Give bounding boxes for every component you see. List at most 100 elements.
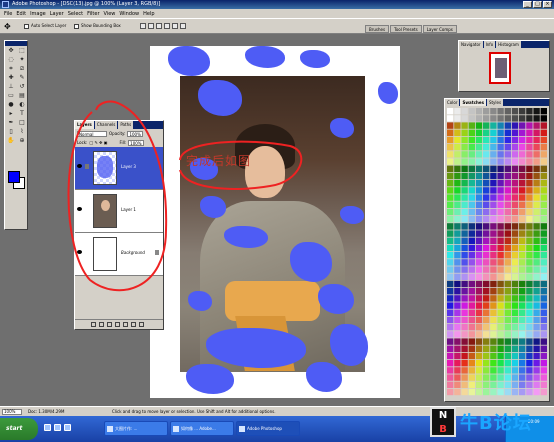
color-swatch[interactable] <box>519 367 526 374</box>
color-swatch[interactable] <box>511 338 519 345</box>
color-swatch[interactable] <box>519 252 526 259</box>
color-swatch[interactable] <box>475 158 483 165</box>
color-swatch[interactable] <box>519 223 526 230</box>
color-swatch[interactable] <box>519 295 526 302</box>
color-swatch[interactable] <box>490 324 497 331</box>
color-swatch[interactable] <box>468 201 475 208</box>
color-swatch[interactable] <box>490 266 497 273</box>
color-swatch[interactable] <box>475 122 483 129</box>
color-swatch[interactable] <box>454 266 461 273</box>
color-swatch[interactable] <box>461 309 468 316</box>
color-swatch[interactable] <box>519 374 526 381</box>
color-swatch[interactable] <box>497 280 504 288</box>
show-bounding-box-checkbox[interactable] <box>74 24 79 29</box>
color-swatch[interactable] <box>526 345 533 352</box>
color-swatch[interactable] <box>490 223 497 230</box>
color-swatch[interactable] <box>540 331 547 338</box>
color-swatch[interactable] <box>497 360 504 367</box>
color-swatch[interactable] <box>447 374 454 381</box>
align-top-icon[interactable] <box>140 23 146 29</box>
menu-window[interactable]: Window <box>119 11 139 17</box>
link-icon[interactable] <box>91 322 96 327</box>
color-swatch[interactable] <box>483 208 490 216</box>
color-swatch[interactable] <box>526 201 533 208</box>
auto-select-layer-checkbox[interactable] <box>24 24 29 29</box>
color-swatch[interactable] <box>454 194 461 201</box>
color-swatch[interactable] <box>533 345 540 352</box>
color-swatch[interactable] <box>483 108 490 115</box>
color-swatch[interactable] <box>504 388 511 396</box>
color-swatch[interactable] <box>490 367 497 374</box>
color-swatch[interactable] <box>519 331 526 338</box>
color-swatch[interactable] <box>497 108 504 115</box>
align-left-icon[interactable] <box>164 23 170 29</box>
color-swatch[interactable] <box>490 259 497 266</box>
color-swatch[interactable] <box>504 302 511 309</box>
color-swatch[interactable] <box>504 244 511 252</box>
notes-tool-icon[interactable]: ▯ <box>6 128 16 136</box>
start-button[interactable]: start <box>0 418 38 440</box>
color-swatch[interactable] <box>483 360 490 367</box>
color-swatch[interactable] <box>526 108 533 115</box>
color-swatch[interactable] <box>468 252 475 259</box>
color-swatch[interactable] <box>483 244 490 252</box>
color-swatch[interactable] <box>468 151 475 158</box>
color-swatch[interactable] <box>533 388 540 396</box>
color-swatch[interactable] <box>454 324 461 331</box>
color-swatch[interactable] <box>497 165 504 172</box>
color-swatch[interactable] <box>504 237 511 244</box>
color-swatch[interactable] <box>533 280 540 288</box>
color-swatch[interactable] <box>526 360 533 367</box>
color-swatch[interactable] <box>504 259 511 266</box>
color-swatch[interactable] <box>519 108 526 115</box>
color-swatch[interactable] <box>497 381 504 388</box>
color-swatch[interactable] <box>526 338 533 345</box>
color-swatch[interactable] <box>475 108 483 115</box>
color-swatch[interactable] <box>504 158 511 165</box>
color-swatch[interactable] <box>454 108 461 115</box>
color-swatch[interactable] <box>475 388 483 396</box>
color-swatch[interactable] <box>461 122 468 129</box>
color-swatch[interactable] <box>475 180 483 187</box>
color-swatch[interactable] <box>490 388 497 396</box>
color-swatch[interactable] <box>511 151 519 158</box>
color-swatch[interactable] <box>468 194 475 201</box>
color-swatch[interactable] <box>490 151 497 158</box>
color-swatch[interactable] <box>461 216 468 223</box>
color-swatch[interactable] <box>461 259 468 266</box>
color-swatch[interactable] <box>497 223 504 230</box>
color-swatch[interactable] <box>533 288 540 295</box>
color-swatch[interactable] <box>519 122 526 129</box>
color-swatch[interactable] <box>447 381 454 388</box>
swatch-grid[interactable] <box>447 108 549 400</box>
color-swatch[interactable] <box>526 374 533 381</box>
color-swatch[interactable] <box>526 144 533 151</box>
layer-row-layer-1[interactable]: Layer 1 <box>75 190 163 233</box>
color-swatch[interactable] <box>504 381 511 388</box>
color-swatch[interactable] <box>490 252 497 259</box>
color-swatch[interactable] <box>468 367 475 374</box>
color-swatch[interactable] <box>533 230 540 237</box>
color-swatch[interactable] <box>526 151 533 158</box>
color-swatch[interactable] <box>519 345 526 352</box>
mask-icon[interactable] <box>107 322 112 327</box>
color-swatch[interactable] <box>461 388 468 396</box>
color-swatch[interactable] <box>461 115 468 122</box>
color-swatch[interactable] <box>483 338 490 345</box>
color-swatch[interactable] <box>461 144 468 151</box>
color-swatch[interactable] <box>540 172 547 180</box>
color-swatch[interactable] <box>447 136 454 144</box>
color-swatch[interactable] <box>519 266 526 273</box>
color-swatch[interactable] <box>540 309 547 316</box>
color-swatch[interactable] <box>475 374 483 381</box>
blur-tool-icon[interactable]: ● <box>6 101 16 109</box>
color-swatch[interactable] <box>540 201 547 208</box>
color-swatch[interactable] <box>447 295 454 302</box>
color-swatch[interactable] <box>483 352 490 360</box>
taskbar-item[interactable]: 大图片作: ... <box>104 421 168 436</box>
color-swatch[interactable] <box>533 237 540 244</box>
media-icon[interactable] <box>64 424 71 431</box>
color-swatch[interactable] <box>483 252 490 259</box>
color-swatch[interactable] <box>454 144 461 151</box>
color-swatch[interactable] <box>490 122 497 129</box>
